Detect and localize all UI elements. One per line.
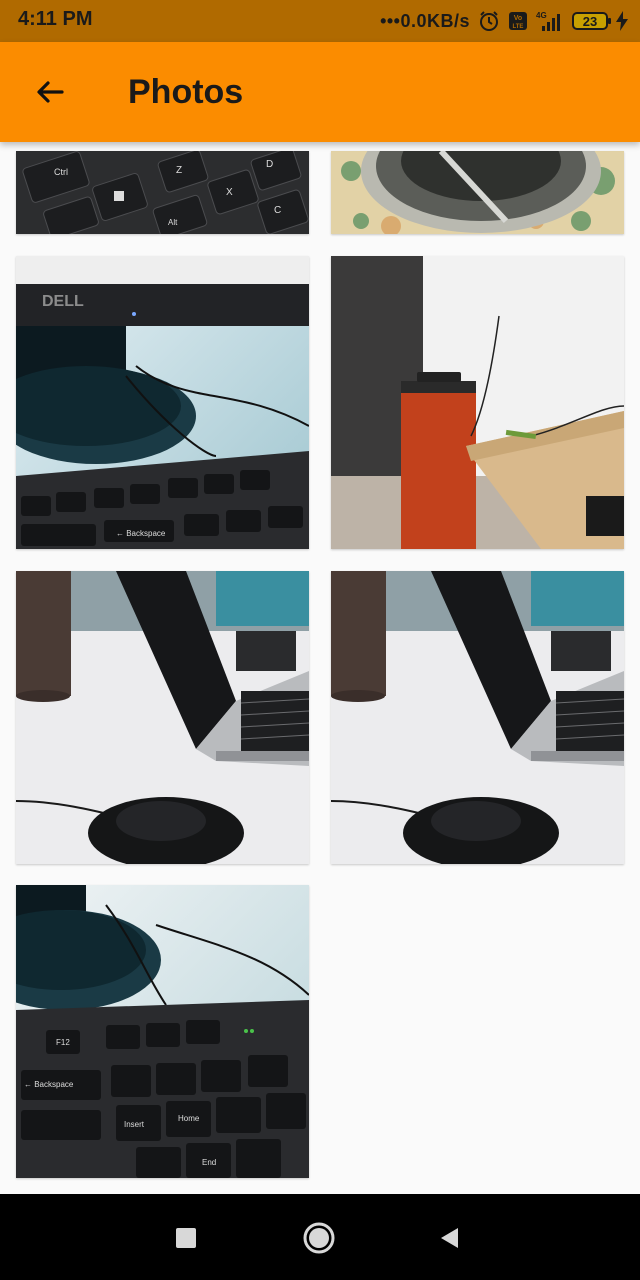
arrow-back-icon: [37, 81, 64, 103]
status-icons: •••0.0KB/s Vo LTE 4G 23: [380, 6, 628, 36]
photo-bowl-tablecloth: [331, 151, 624, 234]
svg-text:Ctrl: Ctrl: [54, 167, 68, 177]
svg-text:C: C: [274, 205, 281, 216]
svg-text:Insert: Insert: [124, 1120, 145, 1129]
svg-text:LTE: LTE: [513, 24, 524, 30]
photo-tile[interactable]: [331, 256, 624, 549]
alarm-icon: [478, 10, 500, 32]
svg-text:Alt: Alt: [168, 218, 178, 227]
charging-icon: [616, 11, 628, 31]
svg-text:Vo: Vo: [514, 15, 522, 22]
photo-tile[interactable]: [16, 571, 309, 864]
back-nav-button[interactable]: [427, 1216, 471, 1260]
battery-icon: 23: [572, 12, 611, 30]
system-navigation-bar: [0, 1194, 640, 1280]
back-triangle-icon: [441, 1228, 458, 1248]
back-button[interactable]: [28, 70, 72, 114]
status-bar: 4:11 PM •••0.0KB/s Vo LTE 4G 23: [0, 0, 640, 42]
status-time: 4:11 PM: [18, 8, 93, 30]
home-button[interactable]: [297, 1216, 341, 1260]
photo-tile[interactable]: ← Backspace F12 Insert Home End: [16, 885, 309, 1178]
svg-text:End: End: [202, 1158, 216, 1167]
photo-grid[interactable]: Ctrl Z X D C Alt DELL ← Backspace ← Back…: [0, 142, 640, 1194]
svg-text:Z: Z: [176, 165, 182, 176]
volte-icon: Vo LTE: [508, 11, 528, 31]
photo-tile[interactable]: [331, 571, 624, 864]
app-bar: Photos: [0, 42, 640, 142]
photo-tile[interactable]: Ctrl Z X D C Alt: [16, 151, 309, 234]
svg-text:DELL: DELL: [42, 293, 84, 310]
photo-laptop-mouse-2: [331, 571, 624, 864]
svg-text:X: X: [226, 187, 233, 198]
photo-tile[interactable]: [331, 151, 624, 234]
svg-text:F12: F12: [56, 1038, 70, 1047]
svg-text:← Backspace: ← Backspace: [116, 529, 166, 538]
signal-4g-icon: 4G: [536, 10, 564, 32]
svg-text:Home: Home: [178, 1114, 200, 1123]
page-title: Photos: [128, 73, 244, 111]
photo-keyboard-ctrl: Ctrl Z X D C Alt: [16, 151, 309, 234]
photo-laptop-mouse-1: [16, 571, 309, 864]
recents-button[interactable]: [164, 1216, 208, 1260]
photo-monitor-base-keyboard: ← Backspace F12 Insert Home End: [16, 885, 309, 1178]
photo-tile[interactable]: DELL ← Backspace: [16, 256, 309, 549]
photo-box-desk: [331, 256, 624, 549]
svg-text:← Backspace: ← Backspace: [24, 1080, 74, 1089]
network-speed: •••0.0KB/s: [380, 10, 470, 31]
recents-square-icon: [176, 1228, 196, 1248]
svg-text:4G: 4G: [536, 11, 547, 20]
svg-text:D: D: [266, 159, 273, 170]
photo-dell-monitor-keyboard: DELL ← Backspace: [16, 256, 309, 549]
home-circle-icon: [303, 1222, 335, 1254]
